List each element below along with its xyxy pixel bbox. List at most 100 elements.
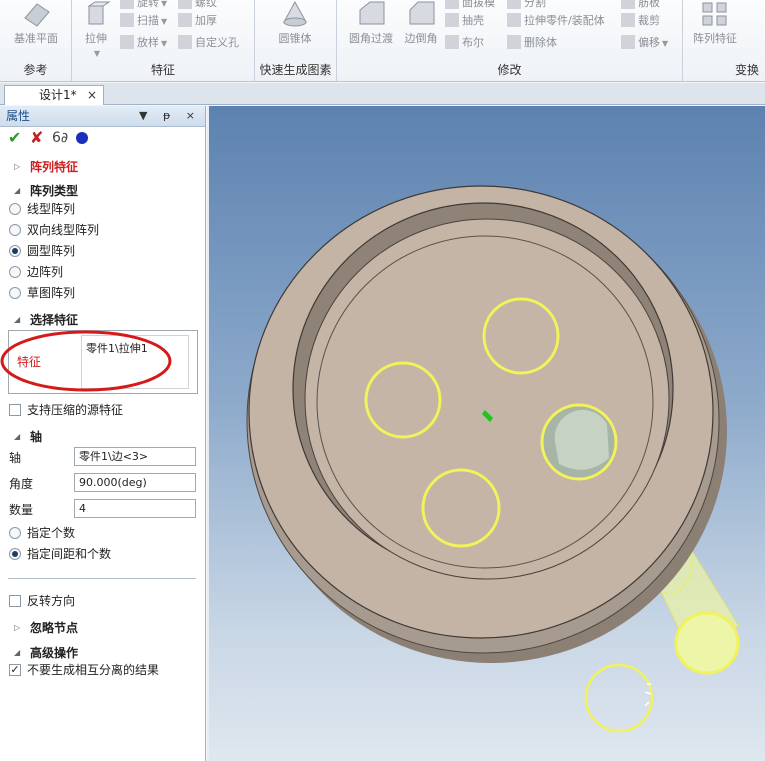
delete-body-button[interactable]: 删除体 <box>507 34 557 52</box>
count-label: 数量 <box>9 503 34 517</box>
radio-mode-spacing[interactable] <box>9 548 21 560</box>
section-axis[interactable]: ◢ 轴 <box>0 427 206 447</box>
pattern-type-linear[interactable]: 线型阵列 <box>0 199 206 219</box>
mode-count-row[interactable]: 指定个数 <box>0 523 206 543</box>
fillet-icon <box>359 1 385 25</box>
section-pattern-feature[interactable]: ▷ 阵列特征 <box>0 157 206 177</box>
ribbon-group-label: 参考 <box>23 63 48 77</box>
loft-button[interactable]: 放样 ▼ <box>120 34 167 52</box>
model-canvas[interactable] <box>209 106 765 761</box>
radio-edge[interactable] <box>9 266 21 278</box>
ribbon-group-modify: 圆角过渡 边倒角 面拔模 抽壳 布尔 分割 拉伸零件/装配体 删除体 筋板 裁剪… <box>337 0 683 81</box>
ribbon-group-label: 变换 <box>735 63 760 77</box>
sweep-button[interactable]: 扫描 ▼ <box>120 12 167 30</box>
extrude-part-icon <box>507 13 521 27</box>
shell-button[interactable]: 抽壳 <box>445 12 484 30</box>
reverse-direction-row[interactable]: 反转方向 <box>0 591 206 611</box>
radio-sketch[interactable] <box>9 287 21 299</box>
confirm-check-icon[interactable]: ✔ <box>8 130 21 146</box>
radio-bilinear[interactable] <box>9 224 21 236</box>
chamfer-icon <box>409 1 435 25</box>
custom-hole-icon <box>178 35 192 49</box>
no-separate-checkbox[interactable]: ✓ <box>9 664 21 676</box>
pattern-type-bilinear[interactable]: 双向线型阵列 <box>0 220 206 240</box>
divider <box>8 578 196 579</box>
cone-button[interactable]: 圆锥体 <box>265 0 325 46</box>
cone-icon <box>283 0 307 27</box>
red-annotation-ellipse <box>0 330 172 392</box>
document-tab-bar: 设计1* × <box>0 83 765 105</box>
property-panel: 属性 ▼ ᵽ × ✔ ✘ 6∂ ▷ 阵列特征 ◢ 阵列类型 线型阵列 双向线型阵… <box>0 106 206 761</box>
rib-button[interactable]: 筋板 <box>621 0 660 12</box>
pattern-preview-circle <box>584 663 654 733</box>
trim-icon <box>621 13 635 27</box>
extrude-button[interactable]: 拉伸 ▼ <box>76 0 116 59</box>
ribbon-group-quick-primitive: 圆锥体 快速生成图素 <box>255 0 337 81</box>
mode-spacing-row[interactable]: 指定间距和个数 <box>0 544 206 564</box>
extrude-icon <box>87 1 111 25</box>
pattern-type-sketch[interactable]: 草图阵列 <box>0 283 206 303</box>
thicken-icon <box>178 13 192 27</box>
datum-plane-button[interactable]: 基准平面 <box>6 0 66 46</box>
pattern-type-circular[interactable]: 圆型阵列 <box>0 241 206 261</box>
delete-body-icon <box>507 35 521 49</box>
face-draft-button[interactable]: 面拔模 <box>445 0 495 12</box>
shell-icon <box>445 13 459 27</box>
ribbon-group-label: 快速生成图素 <box>259 63 332 77</box>
no-separate-row[interactable]: ✓ 不要生成相互分离的结果 <box>0 660 206 680</box>
3d-viewport[interactable] <box>207 106 765 761</box>
close-tab-icon[interactable]: × <box>87 86 97 104</box>
ribbon-toolbar: 基准平面 参考 拉伸 ▼ 旋转 ▼ 扫描 ▼ 放样 ▼ 螺纹 加厚 自定义孔 特征 圆锥… <box>0 0 765 82</box>
revolve-button[interactable]: 旋转 ▼ <box>120 0 167 12</box>
thread-icon <box>178 0 192 9</box>
radio-mode-count[interactable] <box>9 527 21 539</box>
tab-design1[interactable]: 设计1* × <box>4 85 104 105</box>
panel-title: 属性 <box>6 109 31 123</box>
ribbon-group-label: 修改 <box>497 63 522 77</box>
preview-glasses-icon[interactable]: 6∂ <box>52 130 68 146</box>
expand-triangle-icon: ◢ <box>14 186 21 195</box>
sweep-icon <box>120 13 134 27</box>
loft-icon <box>120 35 134 49</box>
section-pattern-type[interactable]: ◢ 阵列类型 <box>0 181 206 201</box>
datum-plane-icon <box>24 3 50 27</box>
disk-part[interactable] <box>246 185 727 663</box>
boolean-button[interactable]: 布尔 <box>445 34 484 52</box>
extrude-part-button[interactable]: 拉伸零件/装配体 <box>507 12 605 30</box>
panel-title-bar: 属性 ▼ ᵽ × <box>0 106 205 127</box>
chamfer-button[interactable]: 边倒角 <box>399 0 443 46</box>
collapse-triangle-icon: ▷ <box>14 162 21 171</box>
split-icon <box>507 0 521 9</box>
collapse-triangle-icon: ▷ <box>14 623 21 632</box>
support-suppressed-row[interactable]: 支持压缩的源特征 <box>0 400 206 420</box>
custom-hole-button[interactable]: 自定义孔 <box>178 34 239 52</box>
offset-icon <box>621 35 635 49</box>
panel-window-buttons[interactable]: ▼ ᵽ × <box>139 106 201 126</box>
fillet-button[interactable]: 圆角过渡 <box>343 0 399 46</box>
ribbon-group-feature: 拉伸 ▼ 旋转 ▼ 扫描 ▼ 放样 ▼ 螺纹 加厚 自定义孔 特征 <box>72 0 255 81</box>
source-hole[interactable] <box>540 403 618 481</box>
axis-label: 轴 <box>9 451 22 465</box>
offset-button[interactable]: 偏移 ▼ <box>621 34 668 52</box>
split-button[interactable]: 分割 <box>507 0 546 12</box>
ribbon-group-reference: 基准平面 参考 <box>0 0 72 81</box>
tab-title: 设计1* <box>39 88 77 102</box>
radio-linear[interactable] <box>9 203 21 215</box>
pattern-feature-button[interactable]: 阵列特征 <box>687 0 743 46</box>
angle-field[interactable]: 90.000(deg) <box>74 473 196 492</box>
thicken-button[interactable]: 加厚 <box>178 12 217 30</box>
thread-button[interactable]: 螺纹 <box>178 0 217 12</box>
panel-action-bar: ✔ ✘ 6∂ <box>0 127 205 151</box>
pattern-feature-icon <box>702 2 727 26</box>
apply-dot-icon[interactable] <box>76 132 88 144</box>
trim-button[interactable]: 裁剪 <box>621 12 660 30</box>
cancel-x-icon[interactable]: ✘ <box>30 130 43 146</box>
section-ignore-nodes[interactable]: ▷ 忽略节点 <box>0 618 206 638</box>
angle-label: 角度 <box>9 477 34 491</box>
pattern-type-edge[interactable]: 边阵列 <box>0 262 206 282</box>
count-field[interactable]: 4 <box>74 499 196 518</box>
reverse-direction-checkbox[interactable] <box>9 595 21 607</box>
radio-circular[interactable] <box>9 245 21 257</box>
support-suppressed-checkbox[interactable] <box>9 404 21 416</box>
axis-field[interactable]: 零件1\边<3> <box>74 447 196 466</box>
